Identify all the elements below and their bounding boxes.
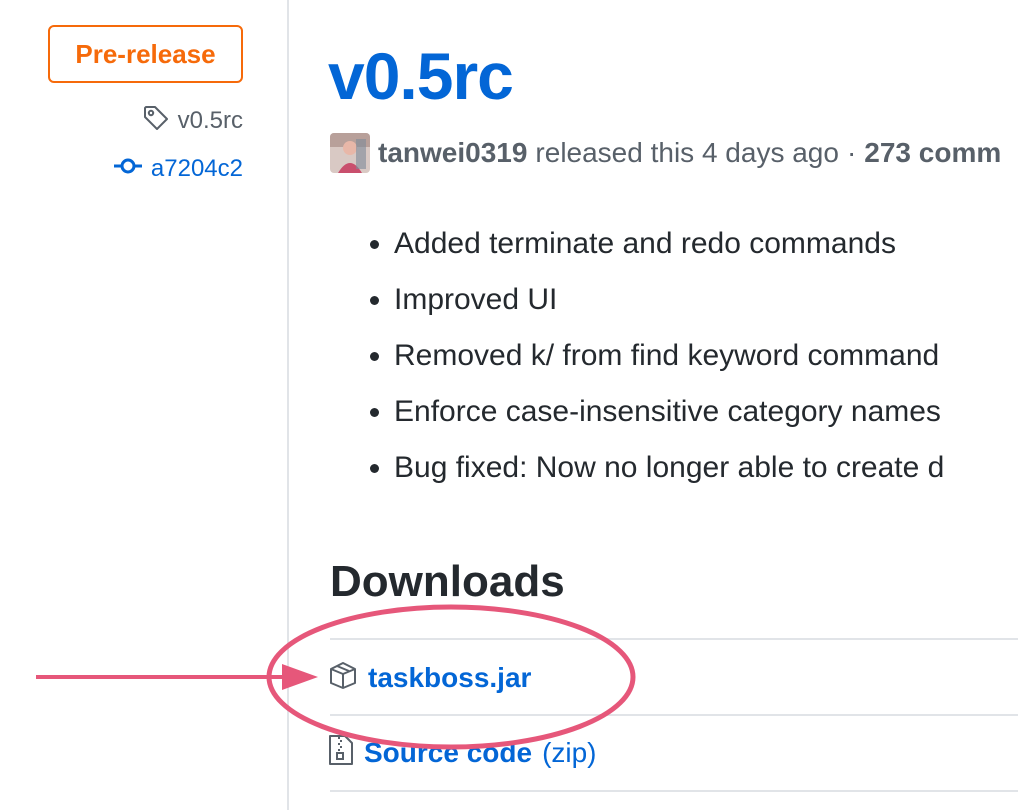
tag-link[interactable]: v0.5rc (142, 104, 243, 138)
divider (330, 638, 1018, 640)
divider (330, 714, 1018, 716)
package-icon (328, 660, 358, 697)
asset-link-source-zip[interactable]: Source code (364, 737, 532, 769)
tag-icon (142, 104, 170, 139)
release-notes: Added terminate and redo commands Improv… (364, 216, 944, 496)
release-meta: tanwei0319 released this 4 days ago · 27… (330, 133, 1001, 173)
sidebar-divider (287, 0, 289, 810)
list-item: Improved UI (394, 272, 944, 328)
asset-row[interactable]: Source code (zip) (328, 733, 597, 773)
list-item: Added terminate and redo commands (394, 216, 944, 272)
asset-link-taskboss-jar[interactable]: taskboss.jar (368, 662, 531, 694)
author-link[interactable]: tanwei0319 (378, 137, 527, 169)
commit-link[interactable]: a7204c2 (113, 152, 243, 186)
commits-count[interactable]: 273 comm (864, 137, 1001, 169)
avatar[interactable] (330, 133, 370, 173)
divider (330, 790, 1018, 792)
released-text: released this 4 days ago (535, 137, 839, 168)
prerelease-badge: Pre-release (48, 25, 243, 83)
file-zip-icon (328, 734, 354, 773)
release-sidebar: Pre-release v0.5rc a7204c2 (0, 0, 287, 810)
release-title[interactable]: v0.5rc (328, 38, 514, 114)
meta-separator: · (846, 137, 857, 168)
asset-row[interactable]: taskboss.jar (328, 658, 531, 698)
downloads-heading: Downloads (330, 557, 565, 606)
list-item: Removed k/ from find keyword command (394, 328, 944, 384)
commit-sha: a7204c2 (150, 155, 243, 182)
list-item: Enforce case-insensitive category names (394, 384, 944, 440)
list-item: Bug fixed: Now no longer able to create … (394, 440, 944, 496)
tag-name: v0.5rc (177, 107, 243, 134)
asset-suffix: (zip) (542, 737, 597, 768)
commit-icon (113, 155, 143, 183)
